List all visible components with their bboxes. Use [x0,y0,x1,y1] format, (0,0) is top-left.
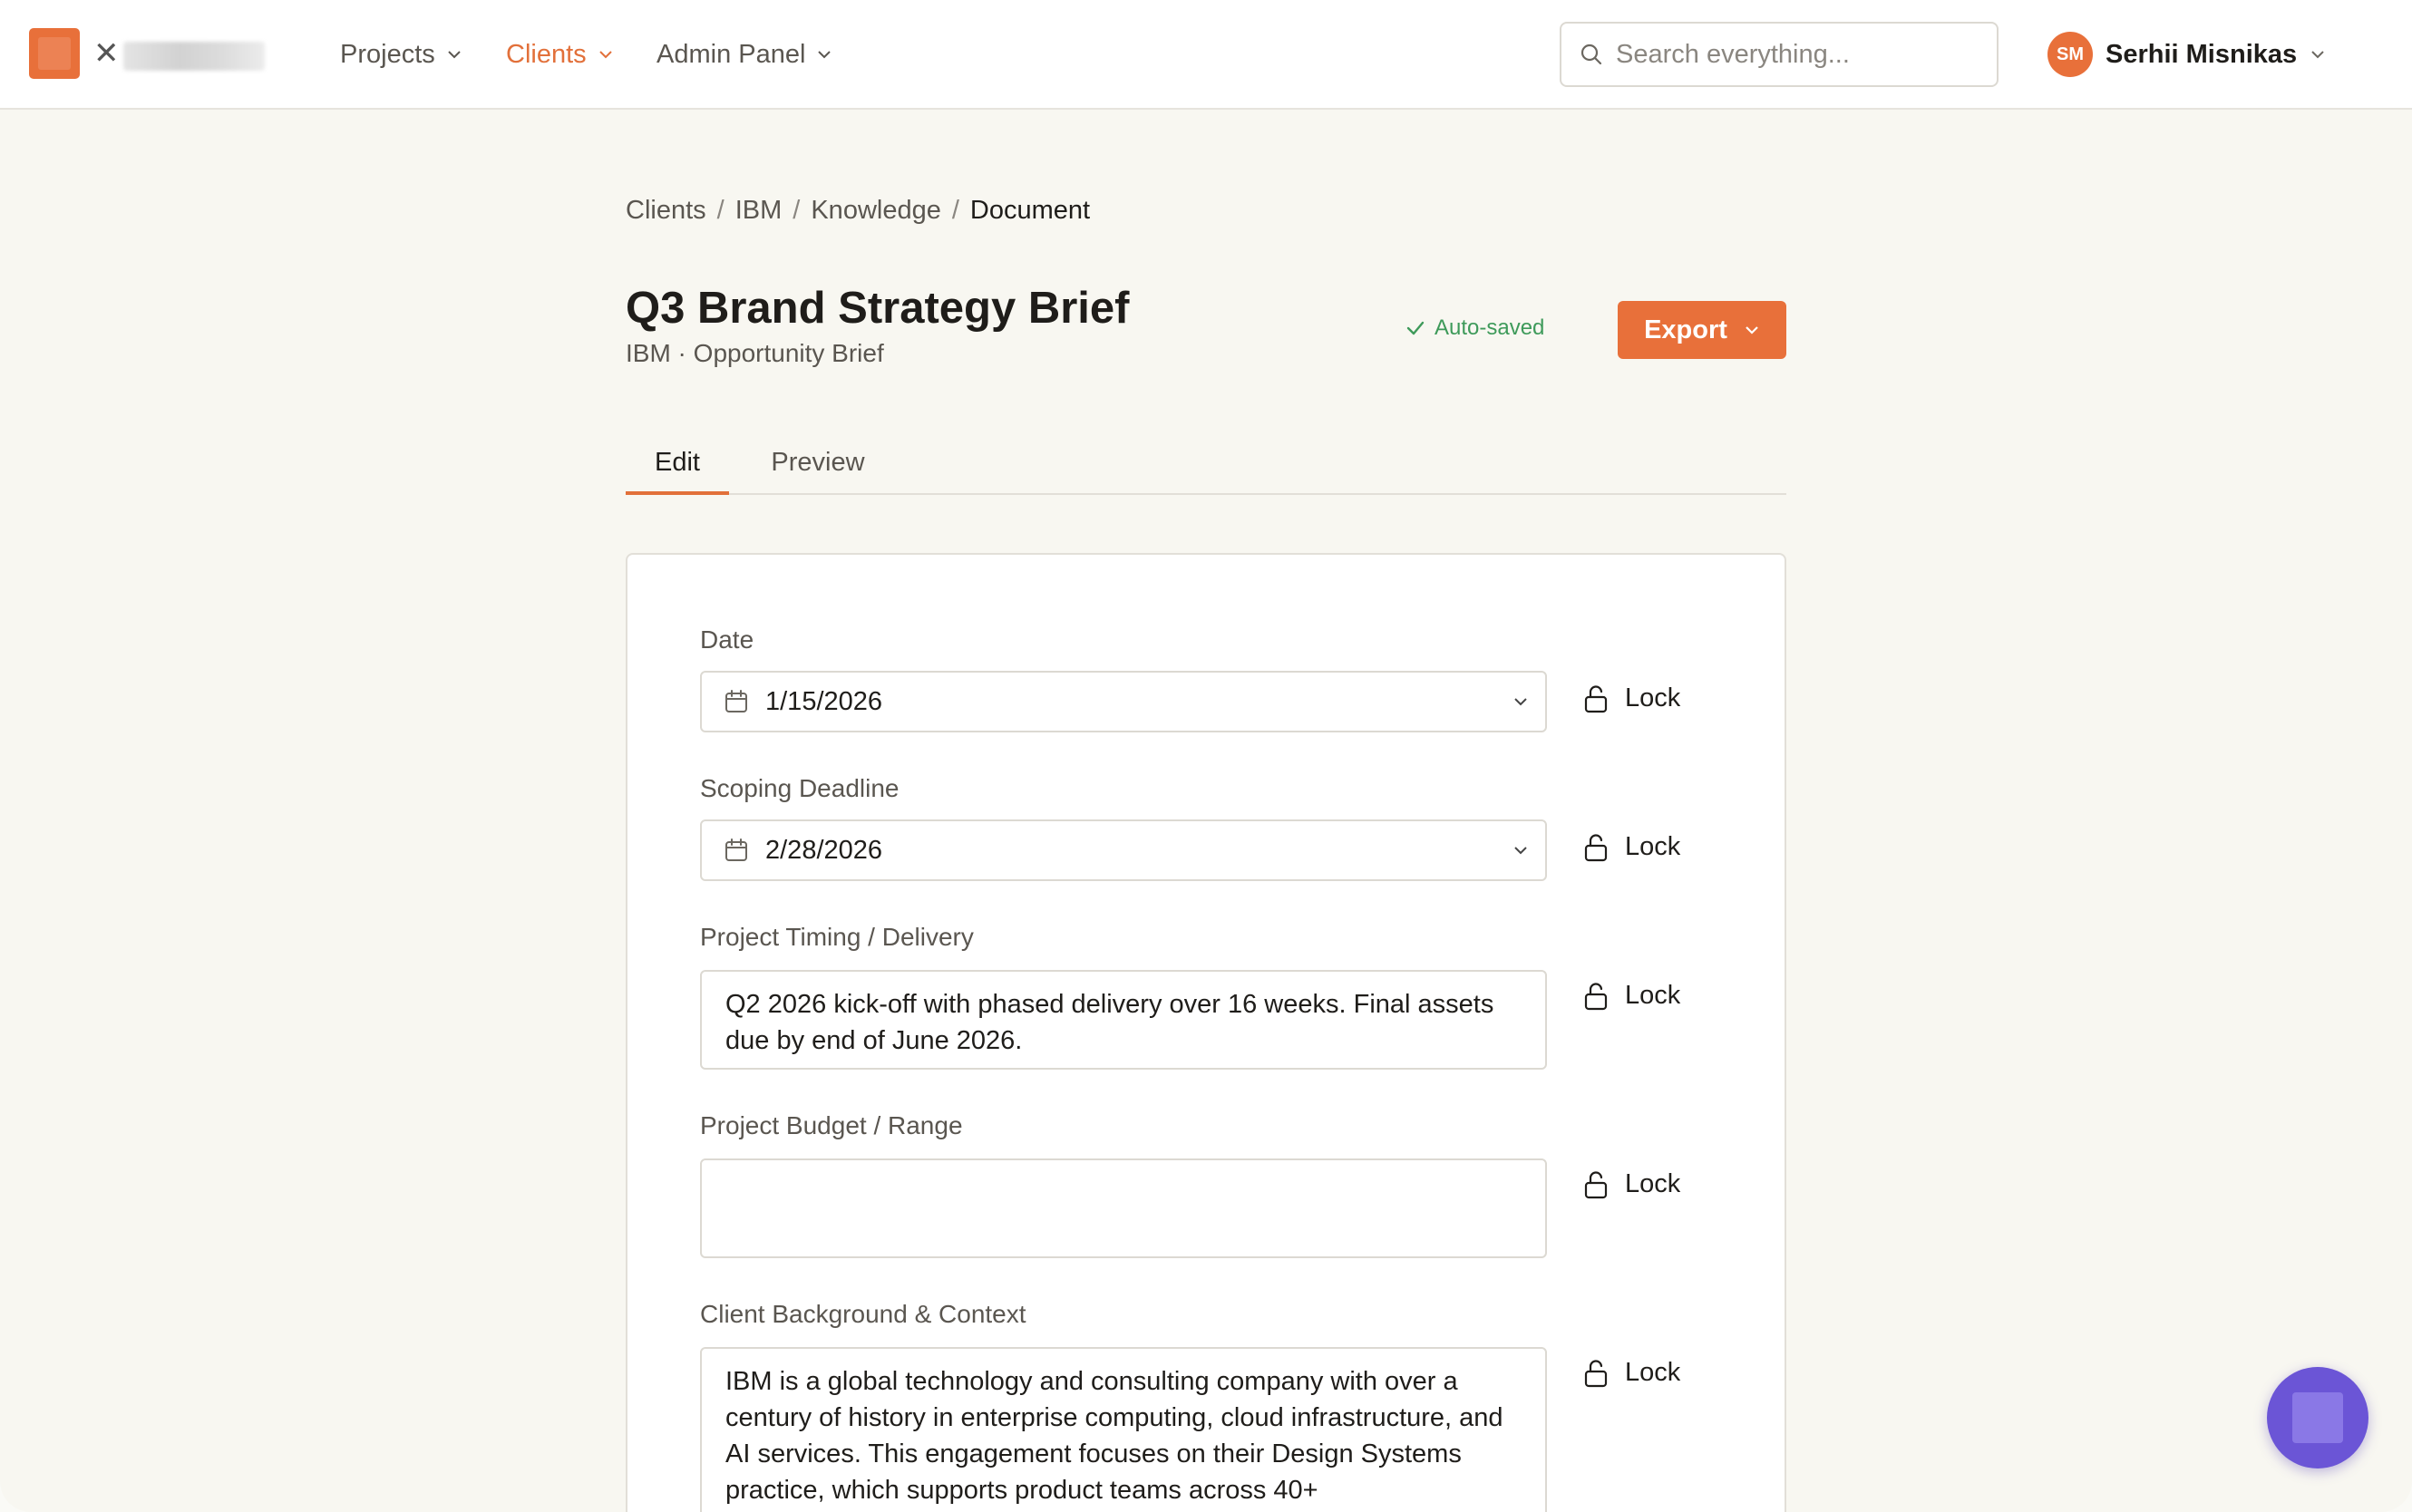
tab-edit[interactable]: Edit [626,431,729,495]
unlock-icon [1584,1170,1608,1198]
nav-projects-label: Projects [340,39,435,69]
scoping-deadline-dropdown[interactable] [1496,842,1545,858]
lock-label: Lock [1625,832,1681,861]
client-background-value: IBM is a global technology and consultin… [725,1367,1503,1505]
chevron-down-icon [1514,847,1527,855]
nav-clients-label: Clients [506,39,587,69]
tab-preview[interactable]: Preview [747,431,889,495]
user-menu[interactable]: SM Serhii Misnikas [2047,30,2326,79]
calendar-icon [725,838,747,861]
top-navigation-bar: ✕ Projects Clients Admin Panel Search ev… [0,0,2412,110]
lock-label: Lock [1625,1169,1681,1198]
nav-clients[interactable]: Clients [506,34,614,74]
unlock-icon [1584,684,1608,712]
project-budget-field[interactable] [700,1158,1547,1258]
page-title: Q3 Brand Strategy Brief [626,284,1130,333]
global-search[interactable] [1560,22,1999,87]
date-value: 1/15/2026 [765,686,883,716]
chevron-down-icon [818,51,832,59]
checkmark-icon [1406,321,1425,335]
search-icon [1580,44,1602,65]
chevron-down-icon [1746,326,1758,334]
scoping-deadline-lock-button[interactable]: Lock [1583,832,1680,862]
unlock-icon [1584,982,1608,1010]
chat-launcher-button[interactable] [2267,1367,2368,1468]
search-input[interactable] [1616,39,1979,70]
breadcrumb-document: Document [969,196,1091,225]
tab-preview-label: Preview [771,448,865,477]
chevron-down-icon [598,51,612,59]
project-timing-field[interactable]: Q2 2026 kick-off with phased delivery ov… [700,970,1547,1070]
nav-projects[interactable]: Projects [340,34,462,74]
project-timing-value: Q2 2026 kick-off with phased delivery ov… [725,990,1494,1055]
user-name: Serhii Misnikas [2106,39,2298,69]
scoping-deadline-field[interactable]: 2/28/2026 [700,819,1547,881]
autosave-label: Auto-saved [1435,315,1545,340]
calendar-icon [725,690,747,712]
breadcrumb-separator: / [951,196,959,225]
lock-label: Lock [1625,981,1681,1010]
close-icon[interactable]: ✕ [93,34,120,73]
document-tabs: Edit Preview [626,431,1786,495]
project-budget-lock-button[interactable]: Lock [1583,1169,1680,1199]
date-dropdown[interactable] [1496,693,1545,710]
app-window: ✕ Projects Clients Admin Panel Search ev… [0,0,2412,1512]
page-subtitle: IBM · Opportunity Brief [626,339,884,367]
breadcrumb: Clients / IBM / Knowledge / Document [626,196,1090,226]
nav-admin-panel-label: Admin Panel [656,39,806,69]
workspace-name-redacted [123,42,265,71]
export-button-label: Export [1644,315,1727,344]
client-background-lock-button[interactable]: Lock [1583,1358,1680,1388]
breadcrumb-ibm[interactable]: IBM [735,196,783,226]
export-button[interactable]: Export [1618,301,1786,359]
scoping-deadline-value: 2/28/2026 [765,835,883,865]
date-label: Date [700,625,754,654]
project-timing-lock-button[interactable]: Lock [1583,981,1680,1011]
breadcrumb-separator: / [793,196,801,225]
unlock-icon [1584,833,1608,861]
nav-admin-panel[interactable]: Admin Panel [656,34,832,74]
form-card: Date 1/15/2026 Lock Scoping Deadline 2/2… [626,553,1786,1512]
date-lock-button[interactable]: Lock [1583,683,1680,713]
chevron-down-icon [1514,698,1527,706]
project-timing-label: Project Timing / Delivery [700,923,974,951]
lock-label: Lock [1625,1358,1681,1387]
breadcrumb-knowledge[interactable]: Knowledge [811,196,941,226]
chat-icon [2292,1392,2343,1443]
chevron-down-icon [448,51,461,59]
tab-edit-label: Edit [655,448,700,477]
lock-label: Lock [1625,683,1681,712]
autosave-status: Auto-saved [1405,315,1544,341]
chevron-down-icon [2311,51,2324,59]
client-background-label: Client Background & Context [700,1300,1026,1328]
project-budget-label: Project Budget / Range [700,1111,963,1139]
scoping-deadline-label: Scoping Deadline [700,774,900,802]
date-field[interactable]: 1/15/2026 [700,671,1547,732]
client-background-field[interactable]: IBM is a global technology and consultin… [700,1347,1547,1512]
breadcrumb-clients[interactable]: Clients [626,196,706,226]
breadcrumb-separator: / [716,196,725,225]
unlock-icon [1584,1359,1608,1387]
avatar: SM [2047,32,2093,77]
app-logo[interactable] [29,28,80,79]
